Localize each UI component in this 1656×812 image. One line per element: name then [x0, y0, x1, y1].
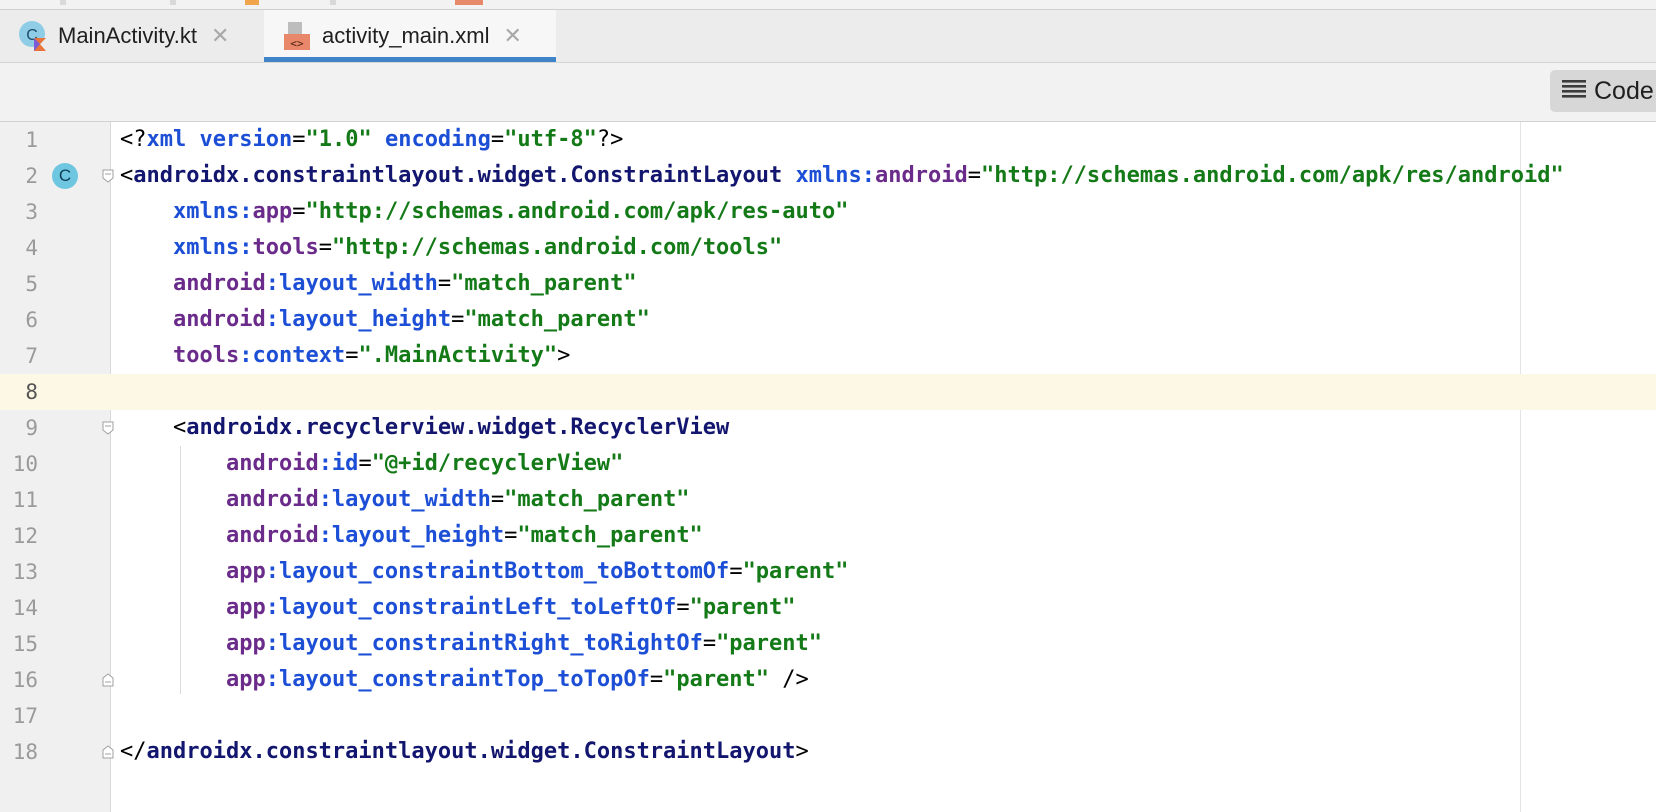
- line-number[interactable]: 13: [0, 554, 38, 590]
- editor-toolbar: Code: [0, 63, 1656, 122]
- tab-mainactivity-kt[interactable]: C MainActivity.kt ✕: [0, 10, 264, 62]
- line-number[interactable]: 12: [0, 518, 38, 554]
- class-icon[interactable]: C: [52, 163, 78, 189]
- line-number[interactable]: 16: [0, 662, 38, 698]
- code-text[interactable]: app:layout_constraintBottom_toBottomOf="…: [120, 554, 849, 590]
- line-number[interactable]: 10: [0, 446, 38, 482]
- code-text[interactable]: <androidx.recyclerview.widget.RecyclerVi…: [120, 410, 729, 446]
- code-line[interactable]: 7 tools:context=".MainActivity">: [0, 338, 1656, 374]
- fold-open-icon[interactable]: [102, 169, 114, 183]
- line-number[interactable]: 1: [0, 122, 38, 158]
- breadcrumb-separator: [60, 0, 66, 5]
- fold-close-icon[interactable]: [102, 745, 114, 759]
- code-line[interactable]: 18 </androidx.constraintlayout.widget.Con…: [0, 734, 1656, 770]
- code-line[interactable]: 14 app:layout_constraintLeft_toLeftOf="p…: [0, 590, 1656, 626]
- code-text[interactable]: </androidx.constraintlayout.widget.Const…: [120, 734, 809, 770]
- code-line[interactable]: 9 <androidx.recyclerview.widget.Recycler…: [0, 410, 1656, 446]
- code-line[interactable]: 10 android:id="@+id/recyclerView": [0, 446, 1656, 482]
- code-text[interactable]: android:layout_width="match_parent": [120, 482, 690, 518]
- line-number[interactable]: 14: [0, 590, 38, 626]
- code-line[interactable]: 11 android:layout_width="match_parent": [0, 482, 1656, 518]
- editor-tab-bar: C MainActivity.kt ✕ <> activity_main.xml…: [0, 10, 1656, 63]
- code-line[interactable]: 1 <?xml version="1.0" encoding="utf-8"?>: [0, 122, 1656, 158]
- code-line[interactable]: 15 app:layout_constraintRight_toRightOf=…: [0, 626, 1656, 662]
- tab-label: MainActivity.kt: [58, 23, 197, 48]
- code-view-label: Code: [1594, 76, 1654, 105]
- line-number[interactable]: 6: [0, 302, 38, 338]
- code-text[interactable]: app:layout_constraintLeft_toLeftOf="pare…: [120, 590, 796, 626]
- line-number[interactable]: 9: [0, 410, 38, 446]
- line-number[interactable]: 15: [0, 626, 38, 662]
- code-view-button[interactable]: Code: [1550, 70, 1656, 112]
- code-text[interactable]: <androidx.constraintlayout.widget.Constr…: [120, 158, 1564, 194]
- line-number[interactable]: 2: [0, 158, 38, 194]
- line-number[interactable]: 18: [0, 734, 38, 770]
- code-line[interactable]: 5 android:layout_width="match_parent": [0, 266, 1656, 302]
- close-icon[interactable]: ✕: [503, 23, 521, 49]
- code-line[interactable]: 6 android:layout_height="match_parent": [0, 302, 1656, 338]
- lines-icon: [1562, 77, 1586, 106]
- xml-file-icon[interactable]: [455, 0, 483, 5]
- indent-guide: [180, 446, 181, 694]
- code-text[interactable]: android:layout_height="match_parent": [120, 302, 650, 338]
- breadcrumb-separator: [170, 0, 176, 5]
- folder-icon[interactable]: [245, 0, 259, 5]
- code-line[interactable]: 16 app:layout_constraintTop_toTopOf="par…: [0, 662, 1656, 698]
- code-text[interactable]: android:id="@+id/recyclerView": [120, 446, 623, 482]
- close-icon[interactable]: ✕: [211, 23, 229, 49]
- line-number[interactable]: 17: [0, 698, 38, 734]
- code-line[interactable]: 17: [0, 698, 1656, 734]
- code-text[interactable]: android:layout_width="match_parent": [120, 266, 637, 302]
- code-line[interactable]: 4 xmlns:tools="http://schemas.android.co…: [0, 230, 1656, 266]
- navigation-bar-strip: [0, 0, 1656, 10]
- code-text[interactable]: android:layout_height="match_parent": [120, 518, 703, 554]
- code-editor[interactable]: 1 <?xml version="1.0" encoding="utf-8"?> 2…: [0, 122, 1656, 812]
- active-tab-indicator: [264, 57, 556, 62]
- tab-activity-main-xml[interactable]: <> activity_main.xml ✕: [264, 10, 556, 62]
- code-text[interactable]: app:layout_constraintRight_toRightOf="pa…: [120, 626, 822, 662]
- kotlin-class-icon: C: [18, 20, 48, 52]
- code-line[interactable]: 8: [0, 374, 1656, 410]
- code-text[interactable]: <?xml version="1.0" encoding="utf-8"?>: [120, 122, 623, 158]
- line-number[interactable]: 8: [0, 374, 38, 410]
- code-text[interactable]: app:layout_constraintTop_toTopOf="parent…: [120, 662, 809, 698]
- line-number[interactable]: 7: [0, 338, 38, 374]
- code-text[interactable]: tools:context=".MainActivity">: [120, 338, 570, 374]
- tab-label: activity_main.xml: [322, 23, 490, 48]
- code-text[interactable]: xmlns:tools="http://schemas.android.com/…: [120, 230, 782, 266]
- code-line[interactable]: 13 app:layout_constraintBottom_toBottomO…: [0, 554, 1656, 590]
- xml-layout-file-icon: <>: [282, 20, 312, 52]
- code-line[interactable]: 12 android:layout_height="match_parent": [0, 518, 1656, 554]
- code-text[interactable]: xmlns:app="http://schemas.android.com/ap…: [120, 194, 849, 230]
- svg-text:<>: <>: [290, 37, 304, 50]
- line-number[interactable]: 4: [0, 230, 38, 266]
- code-line[interactable]: 2 <androidx.constraintlayout.widget.Const…: [0, 158, 1656, 194]
- line-number[interactable]: 11: [0, 482, 38, 518]
- fold-open-icon[interactable]: [102, 421, 114, 435]
- line-number[interactable]: 5: [0, 266, 38, 302]
- code-line[interactable]: 3 xmlns:app="http://schemas.android.com/…: [0, 194, 1656, 230]
- breadcrumb-separator: [330, 0, 336, 5]
- fold-close-icon[interactable]: [102, 673, 114, 687]
- line-number[interactable]: 3: [0, 194, 38, 230]
